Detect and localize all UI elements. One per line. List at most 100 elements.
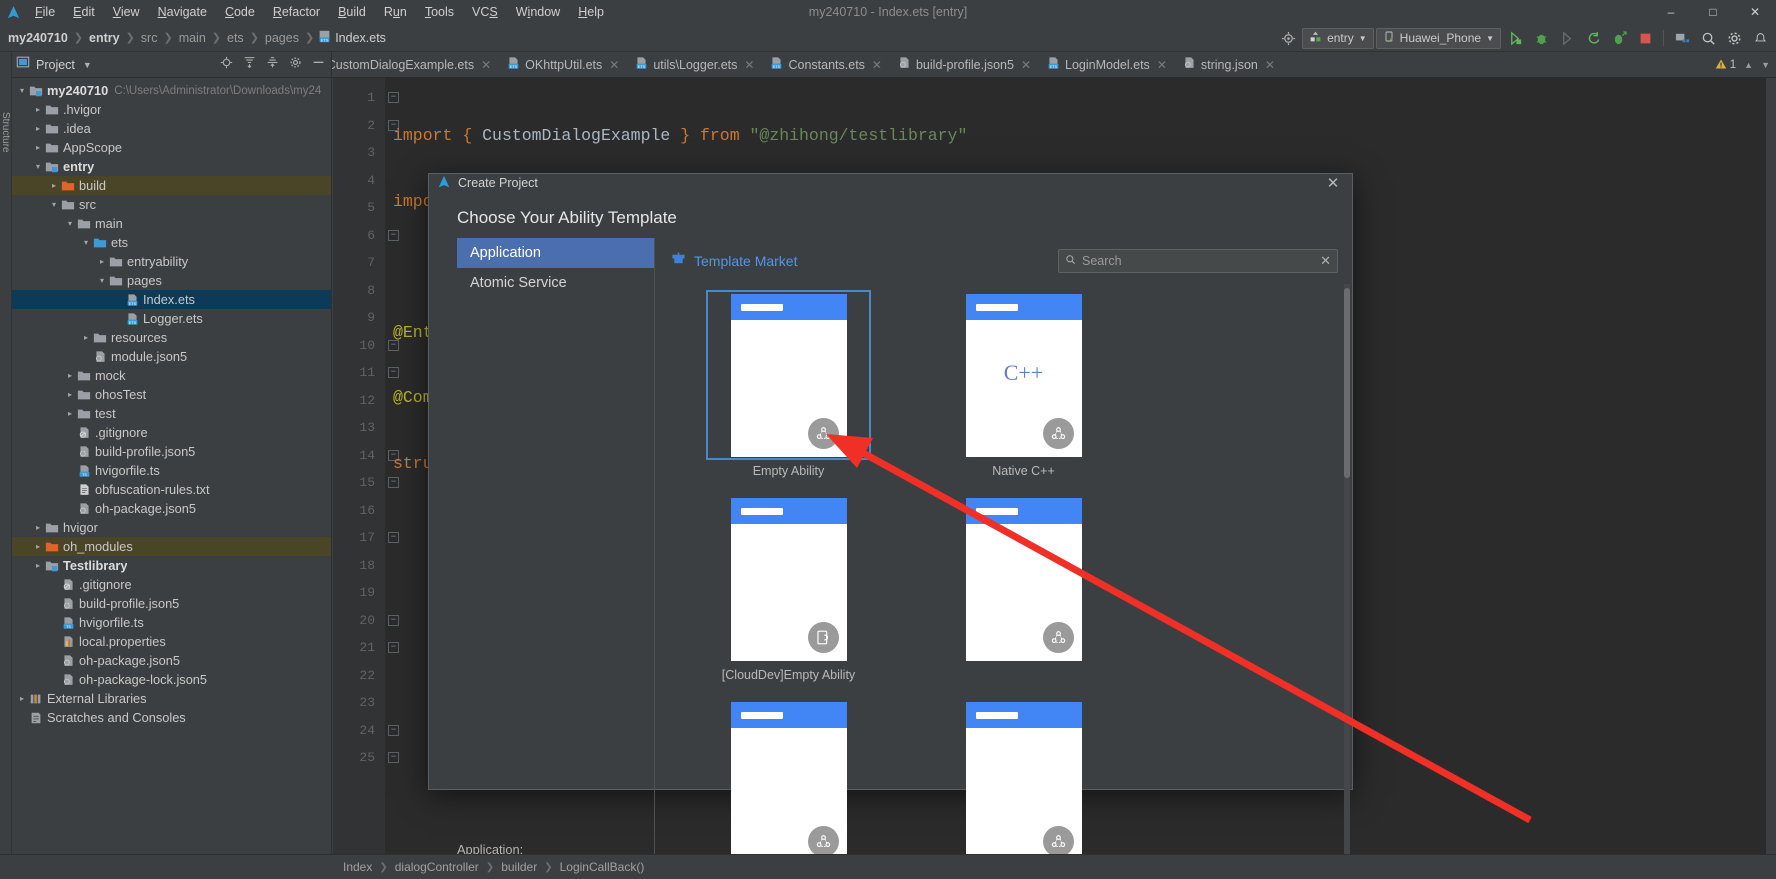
maximize-button[interactable]: □ <box>1692 0 1734 24</box>
status-crumb-logincallback[interactable]: LoginCallBack() <box>557 860 648 874</box>
breadcrumb-pages[interactable]: pages <box>263 31 301 45</box>
breadcrumb-project[interactable]: my240710 <box>6 31 70 45</box>
breadcrumb-file[interactable]: ETS Index.ets <box>318 30 386 46</box>
editor-tab[interactable]: build-profile.json5 ✕ <box>890 52 1039 77</box>
chevron-right-icon[interactable]: ▸ <box>32 523 44 532</box>
editor-tab[interactable]: ETS OKhttpUtil.ets ✕ <box>499 52 627 77</box>
structure-tool-tab[interactable]: Structure <box>0 112 11 153</box>
close-icon[interactable]: ✕ <box>744 58 754 72</box>
template-card[interactable]: [CloudDev]Empty Ability <box>671 488 906 692</box>
search-input[interactable]: Search ✕ <box>1058 249 1338 273</box>
scrollbar-thumb[interactable] <box>1344 288 1350 478</box>
template-card[interactable] <box>671 692 906 879</box>
tree-node[interactable]: ▸ mock <box>12 366 331 385</box>
editor-tab[interactable]: ETS LoginModel.ets ✕ <box>1039 52 1175 77</box>
category-application[interactable]: Application <box>457 238 654 268</box>
menu-tools[interactable]: Tools <box>416 3 463 21</box>
chevron-right-icon[interactable]: ▸ <box>32 105 44 114</box>
chevron-up-icon[interactable]: ▲ <box>1744 60 1753 70</box>
chevron-down-icon[interactable]: ▼ <box>83 60 92 70</box>
status-crumb-dialogcontroller[interactable]: dialogController <box>392 860 482 874</box>
chevron-right-icon[interactable]: ▸ <box>16 694 28 703</box>
template-card-frame[interactable] <box>706 494 871 664</box>
editor-tab[interactable]: ETS Constants.ets ✕ <box>762 52 890 77</box>
device-selector[interactable]: Huawei_Phone ▼ <box>1375 27 1501 49</box>
debug-icon[interactable] <box>1529 26 1553 50</box>
chevron-right-icon[interactable]: ▸ <box>80 333 92 342</box>
project-tree[interactable]: ▾ my240710 C:\Users\Administrator\Download… <box>12 78 331 854</box>
close-icon[interactable]: ✕ <box>481 58 491 72</box>
close-icon[interactable]: ✕ <box>1265 58 1275 72</box>
menu-file[interactable]: File <box>26 3 64 21</box>
category-atomic-service[interactable]: Atomic Service <box>457 268 654 298</box>
close-icon[interactable]: ✕ <box>609 58 619 72</box>
tree-node[interactable]: ▸ External Libraries <box>12 689 331 708</box>
notifications-icon[interactable] <box>1748 26 1772 50</box>
menu-code[interactable]: Code <box>216 3 264 21</box>
tree-node[interactable]: ▸ test <box>12 404 331 423</box>
tree-node[interactable]: .gitignore <box>12 423 331 442</box>
chevron-right-icon[interactable]: ▸ <box>64 409 76 418</box>
menu-build[interactable]: Build <box>329 3 375 21</box>
close-icon[interactable]: ✕ <box>1157 58 1167 72</box>
tree-node[interactable]: ▸ build <box>12 176 331 195</box>
tree-node[interactable]: ▸ entryability <box>12 252 331 271</box>
collapse-all-icon[interactable] <box>266 56 279 74</box>
template-card-frame[interactable] <box>706 290 871 460</box>
chevron-right-icon[interactable]: ▸ <box>32 542 44 551</box>
breadcrumb-entry[interactable]: entry <box>87 31 122 45</box>
status-crumb-builder[interactable]: builder <box>498 860 540 874</box>
close-icon[interactable]: ✕ <box>1322 174 1344 192</box>
menu-vcs[interactable]: VCS <box>463 3 507 21</box>
template-card[interactable] <box>906 692 1141 879</box>
gear-icon[interactable] <box>1722 26 1746 50</box>
chevron-right-icon[interactable]: ▸ <box>32 124 44 133</box>
tree-node[interactable]: Scratches and Consoles <box>12 708 331 727</box>
chevron-down-icon[interactable]: ▾ <box>32 162 44 171</box>
menu-help[interactable]: Help <box>569 3 613 21</box>
tree-node[interactable]: ▸ .idea <box>12 119 331 138</box>
expand-all-icon[interactable] <box>243 56 256 74</box>
tree-node[interactable]: ▾ main <box>12 214 331 233</box>
breadcrumb-main[interactable]: main <box>177 31 208 45</box>
tree-node[interactable]: ▾ ets <box>12 233 331 252</box>
chevron-down-icon[interactable]: ▾ <box>48 200 60 209</box>
chevron-down-icon[interactable]: ▼ <box>1761 60 1770 70</box>
tree-node[interactable]: obfuscation-rules.txt <box>12 480 331 499</box>
menu-window[interactable]: Window <box>507 3 569 21</box>
template-card-frame[interactable] <box>706 698 871 868</box>
clear-icon[interactable]: ✕ <box>1320 253 1331 269</box>
tree-node[interactable]: .gitignore <box>12 575 331 594</box>
warning-count-badge[interactable]: 1 <box>1715 58 1736 73</box>
search-icon[interactable] <box>1696 26 1720 50</box>
editor-tab[interactable]: ETS utils\Logger.ets ✕ <box>627 52 762 77</box>
tree-node[interactable]: ▸ AppScope <box>12 138 331 157</box>
device-manager-icon[interactable] <box>1670 26 1694 50</box>
tree-node[interactable]: ▾ entry <box>12 157 331 176</box>
tree-node[interactable]: oh-package.json5 <box>12 499 331 518</box>
tree-node[interactable]: module.json5 <box>12 347 331 366</box>
template-card[interactable]: C++ Native C++ <box>906 284 1141 488</box>
close-button[interactable]: ✕ <box>1734 0 1776 24</box>
tree-node[interactable]: ▾ src <box>12 195 331 214</box>
chevron-right-icon[interactable]: ▸ <box>32 143 44 152</box>
module-selector[interactable]: entry ▼ <box>1302 27 1374 49</box>
menu-refactor[interactable]: Refactor <box>264 3 329 21</box>
chevron-right-icon[interactable]: ▸ <box>32 561 44 570</box>
chevron-down-icon[interactable]: ▾ <box>80 238 92 247</box>
chevron-right-icon[interactable]: ▸ <box>96 257 108 266</box>
tree-node[interactable]: ▸ ohosTest <box>12 385 331 404</box>
tree-node[interactable]: ▸ hvigor <box>12 518 331 537</box>
tree-node[interactable]: ▸ resources <box>12 328 331 347</box>
template-card-frame[interactable]: C++ <box>941 290 1106 460</box>
rerun-icon[interactable] <box>1581 26 1605 50</box>
tree-node[interactable]: oh-package.json5 <box>12 651 331 670</box>
profile-icon[interactable] <box>1607 26 1631 50</box>
template-grid-scroll[interactable]: Empty Ability C++ Native C++ [CloudDev]Empt… <box>655 284 1352 879</box>
template-card[interactable] <box>906 488 1141 692</box>
tree-node[interactable]: build-profile.json5 <box>12 594 331 613</box>
breadcrumb-src[interactable]: src <box>139 31 160 45</box>
template-card-frame[interactable] <box>941 698 1106 868</box>
menu-navigate[interactable]: Navigate <box>149 3 216 21</box>
gear-icon[interactable] <box>289 56 302 74</box>
